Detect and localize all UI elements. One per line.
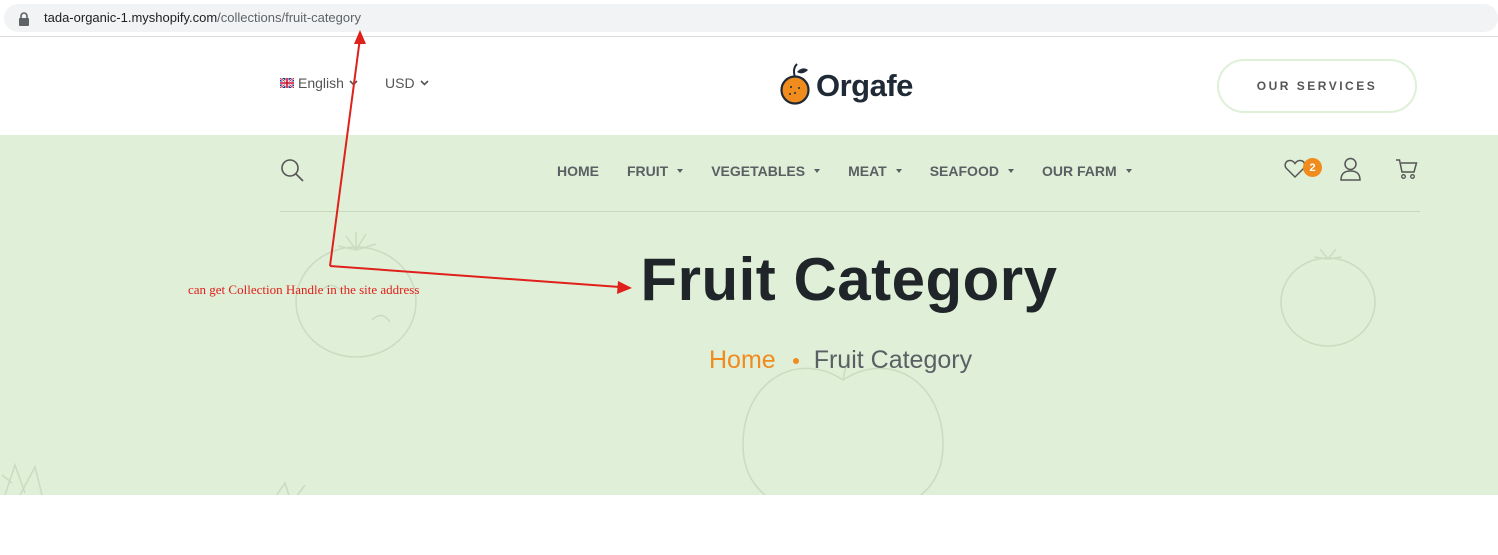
annotation-note: can get Collection Handle in the site ad… — [188, 282, 420, 297]
language-label: English — [298, 75, 344, 91]
language-selector[interactable]: English — [280, 75, 358, 91]
nav-item-our-farm[interactable]: OUR FARM — [1042, 163, 1132, 179]
page: tada-organic-1.myshopify.com/collections… — [0, 0, 1498, 555]
user-icon[interactable] — [1340, 157, 1361, 181]
url-field[interactable]: tada-organic-1.myshopify.com/collections… — [4, 4, 1498, 32]
caret-down-icon — [814, 169, 821, 173]
breadcrumb-home-link[interactable]: Home — [709, 346, 776, 375]
chevron-down-icon — [419, 80, 429, 86]
caret-down-icon — [895, 169, 902, 173]
orange-logo-icon — [780, 63, 810, 105]
currency-label: USD — [385, 75, 415, 91]
nav-item-label: OUR FARM — [1041, 163, 1117, 179]
nav-item-label: FRUIT — [627, 163, 669, 179]
nav-item-label: VEGETABLES — [711, 163, 806, 179]
our-services-button[interactable]: OUR SERVICES — [1217, 59, 1417, 113]
caret-down-icon — [1007, 169, 1014, 173]
top-header: English USD Orgafe OUR SERVICES — [0, 37, 1498, 135]
leaf-sketch-bottom — [275, 481, 306, 495]
logo-text: Orgafe — [816, 68, 913, 103]
cart-icon[interactable] — [1395, 158, 1418, 180]
nav-item-vegetables[interactable]: VEGETABLES — [711, 163, 821, 179]
currency-selector[interactable]: USD — [385, 75, 429, 91]
caret-down-icon — [1125, 169, 1132, 173]
site-logo[interactable]: Orgafe — [780, 63, 913, 109]
search-icon[interactable] — [280, 158, 304, 182]
nav-item-home[interactable]: HOME — [557, 163, 599, 179]
page-title: Fruit Category — [640, 246, 1058, 313]
caret-down-icon — [677, 169, 684, 173]
nav-item-fruit[interactable]: FRUIT — [627, 163, 684, 179]
breadcrumb-current: Fruit Category — [813, 346, 973, 374]
nav-item-label: MEAT — [848, 163, 887, 179]
nav-item-label: HOME — [557, 163, 599, 179]
url-path: /collections/fruit-category — [217, 10, 361, 25]
url-domain: tada-organic-1.myshopify.com — [44, 10, 218, 25]
breadcrumb-separator — [792, 357, 799, 364]
browser-address-bar: tada-organic-1.myshopify.com/collections… — [0, 0, 1498, 36]
main-nav: HOME FRUIT VEGETABLES MEAT SEAFOOD OUR F… — [557, 163, 1132, 179]
hero-banner: HOME FRUIT VEGETABLES MEAT SEAFOOD OUR F… — [0, 135, 1498, 495]
chevron-down-icon — [349, 80, 358, 86]
uk-flag-icon — [280, 78, 294, 88]
breadcrumb: Home Fruit Category — [709, 346, 972, 375]
wishlist-count-badge: 2 — [1303, 158, 1322, 177]
nav-item-label: SEAFOOD — [929, 163, 999, 179]
lock-icon[interactable] — [18, 12, 30, 26]
nav-divider — [280, 211, 1420, 212]
nav-item-seafood[interactable]: SEAFOOD — [930, 163, 1014, 179]
leaf-sketch-bottom-left — [1, 462, 43, 495]
nav-item-meat[interactable]: MEAT — [848, 163, 902, 179]
url-text[interactable]: tada-organic-1.myshopify.com/collections… — [44, 10, 361, 26]
